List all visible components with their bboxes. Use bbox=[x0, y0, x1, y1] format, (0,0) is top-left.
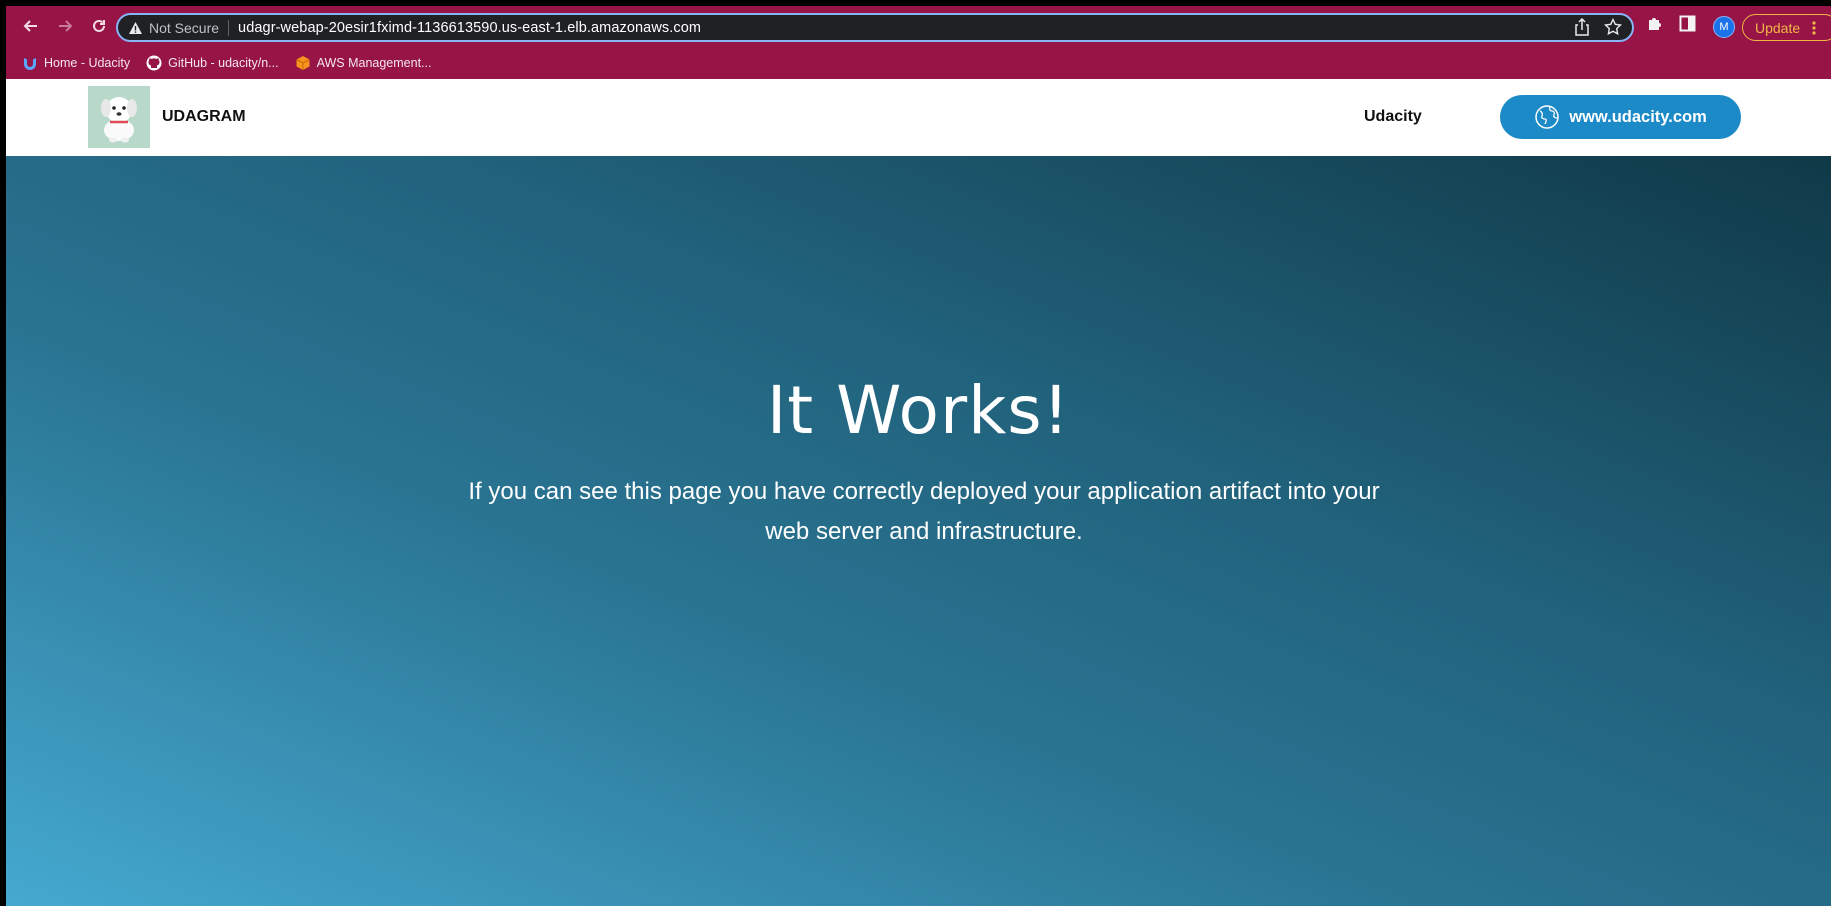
udagram-logo[interactable] bbox=[88, 86, 150, 148]
bookmark-home-udacity[interactable]: Home - Udacity bbox=[22, 55, 130, 71]
hero-title: It Works! bbox=[766, 372, 1071, 449]
dog-mascot-icon bbox=[101, 97, 137, 143]
forward-arrow-icon bbox=[59, 20, 73, 32]
nav-link-udacity[interactable]: Udacity bbox=[1364, 108, 1422, 126]
back-button[interactable] bbox=[14, 9, 48, 43]
reload-icon bbox=[93, 19, 105, 32]
kebab-menu-icon bbox=[1812, 20, 1816, 35]
cta-label: www.udacity.com bbox=[1569, 107, 1707, 126]
security-indicator[interactable]: Not Secure bbox=[128, 20, 219, 36]
share-icon[interactable] bbox=[1574, 18, 1590, 36]
bookmark-github[interactable]: GitHub - udacity/n... bbox=[146, 55, 279, 71]
aws-cube-icon bbox=[295, 55, 311, 71]
bookmark-label: GitHub - udacity/n... bbox=[168, 55, 279, 70]
site-header: UDAGRAM Udacity www.udacity.com bbox=[6, 79, 1831, 156]
address-bar[interactable]: Not Secure udagr-webap-20esir1fximd-1136… bbox=[116, 13, 1634, 42]
reload-button[interactable] bbox=[82, 9, 116, 43]
github-icon bbox=[146, 55, 162, 71]
update-label: Update bbox=[1755, 19, 1801, 36]
update-button[interactable]: Update bbox=[1742, 14, 1831, 41]
back-arrow-icon bbox=[23, 20, 37, 32]
profile-avatar[interactable]: M bbox=[1713, 16, 1735, 38]
brand-name[interactable]: UDAGRAM bbox=[162, 108, 246, 126]
browser-toolbar: Not Secure udagr-webap-20esir1fximd-1136… bbox=[6, 6, 1831, 46]
side-panel-button[interactable] bbox=[1679, 15, 1696, 32]
hero-section: It Works! If you can see this page you h… bbox=[6, 156, 1831, 906]
bookmarks-bar: Home - Udacity GitHub - udacity/n... AWS… bbox=[6, 46, 1831, 79]
bookmark-aws[interactable]: AWS Management... bbox=[295, 55, 432, 71]
forward-button[interactable] bbox=[48, 9, 82, 43]
udacity-icon bbox=[22, 55, 38, 71]
extensions-button[interactable] bbox=[1646, 15, 1664, 33]
omnibox-actions bbox=[1574, 18, 1622, 36]
hero-description: If you can see this page you have correc… bbox=[468, 478, 1380, 545]
bookmark-label: Home - Udacity bbox=[44, 55, 131, 70]
globe-icon bbox=[1535, 105, 1559, 129]
side-panel-icon bbox=[1679, 15, 1696, 32]
puzzle-piece-icon bbox=[1649, 18, 1661, 30]
url-text[interactable]: udagr-webap-20esir1fximd-1136613590.us-e… bbox=[238, 20, 701, 36]
bookmark-label: AWS Management... bbox=[316, 55, 432, 70]
bookmark-star-icon[interactable] bbox=[1604, 18, 1622, 36]
omnibox-divider bbox=[228, 19, 230, 36]
security-label: Not Secure bbox=[149, 19, 220, 36]
udacity-website-button[interactable]: www.udacity.com bbox=[1500, 95, 1741, 139]
warning-triangle-icon bbox=[129, 21, 142, 34]
browser-window: Not Secure udagr-webap-20esir1fximd-1136… bbox=[6, 6, 1831, 906]
